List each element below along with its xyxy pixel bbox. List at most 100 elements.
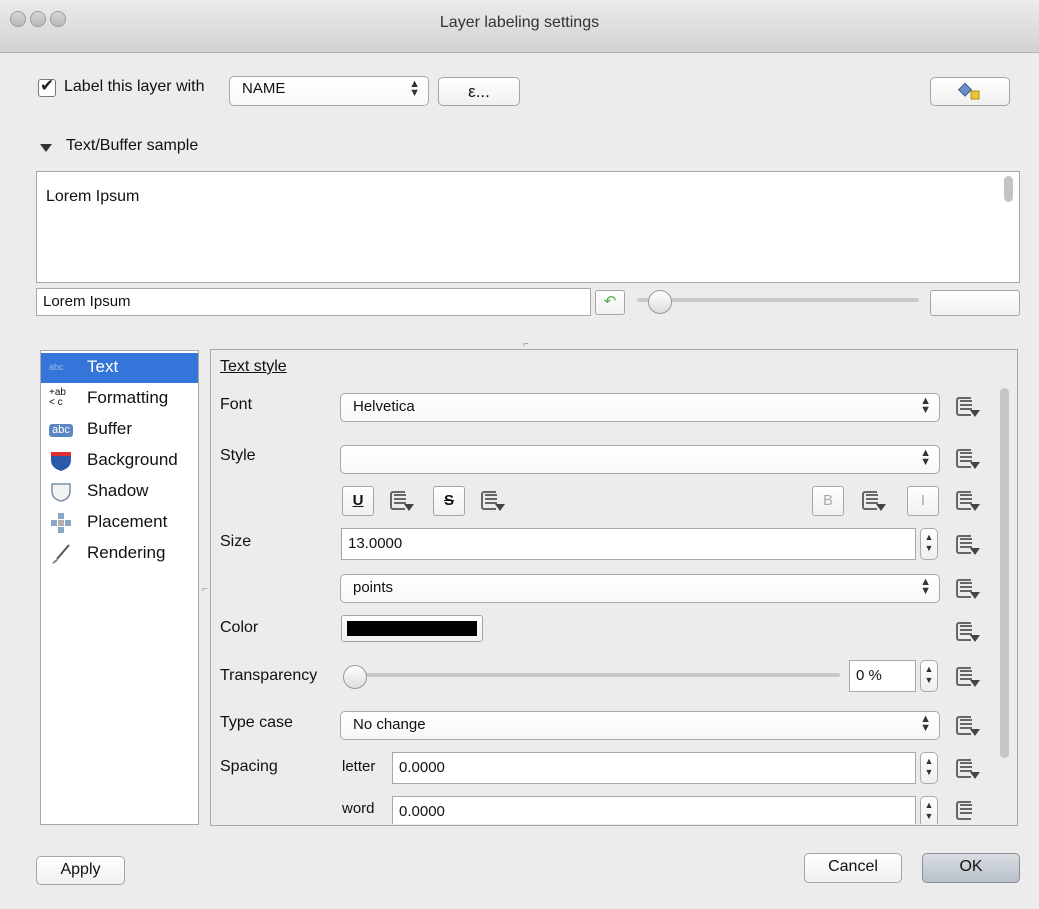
formatting-icon: +ab < c bbox=[49, 387, 66, 408]
word-spacing-clip: 0.0000 bbox=[392, 796, 916, 824]
sample-text-input[interactable]: Lorem Ipsum bbox=[36, 288, 591, 316]
transparency-stepper[interactable]: ▲ ▼ bbox=[920, 660, 938, 692]
sidebar-item-placement[interactable]: Placement bbox=[41, 508, 198, 538]
data-defined-override-icon[interactable] bbox=[950, 488, 980, 516]
labeling-rules-icon bbox=[957, 82, 980, 100]
data-defined-override-icon[interactable] bbox=[950, 798, 980, 824]
data-defined-override-icon[interactable] bbox=[856, 488, 886, 516]
sidebar-item-label: Formatting bbox=[87, 388, 169, 407]
font-value: Helvetica bbox=[353, 398, 415, 415]
transparency-slider-track[interactable] bbox=[346, 673, 840, 677]
word-spacing-value: 0.0000 bbox=[399, 803, 445, 820]
sidebar-item-label: Rendering bbox=[87, 543, 166, 562]
placement-icon bbox=[51, 513, 71, 533]
text-icon: abc bbox=[49, 362, 64, 372]
settings-sidebar: abc Text +ab < c Formatting abc Buffer Ba… bbox=[40, 350, 199, 825]
label-layer-text: Label this layer with bbox=[64, 78, 205, 95]
text-style-heading: Text style bbox=[220, 358, 287, 375]
label-layer-checkbox[interactable]: ✔ bbox=[38, 76, 56, 97]
data-defined-override-icon[interactable] bbox=[950, 619, 980, 647]
font-label: Font bbox=[220, 396, 253, 413]
data-defined-override-icon[interactable] bbox=[475, 488, 505, 516]
color-label: Color bbox=[220, 619, 259, 636]
sample-section-title: Text/Buffer sample bbox=[66, 137, 199, 154]
font-select[interactable]: Helvetica ▲ ▼ bbox=[340, 393, 940, 422]
style-label: Style bbox=[220, 447, 256, 464]
label-field-select[interactable]: NAME ▲ ▼ bbox=[229, 76, 429, 106]
data-defined-override-icon[interactable] bbox=[950, 664, 980, 692]
size-input[interactable]: 13.0000 bbox=[341, 528, 916, 560]
sidebar-item-label: Text bbox=[87, 357, 119, 376]
sample-background-color-button[interactable] bbox=[930, 290, 1020, 316]
sidebar-item-label: Background bbox=[87, 450, 178, 469]
undo-arrow-icon: ↶ bbox=[603, 293, 617, 310]
sidebar-item-rendering[interactable]: Rendering bbox=[41, 539, 198, 569]
cancel-button[interactable]: Cancel bbox=[804, 853, 902, 883]
reset-sample-button[interactable]: ↶ bbox=[595, 290, 625, 315]
style-select[interactable]: ▲ ▼ bbox=[340, 445, 940, 474]
size-label: Size bbox=[220, 533, 252, 550]
type-case-value: No change bbox=[353, 716, 426, 733]
word-spacing-dd-clip bbox=[950, 798, 980, 824]
sidebar-splitter-handle[interactable]: ⌐ bbox=[202, 584, 208, 595]
size-unit-select[interactable]: points ▲ ▼ bbox=[340, 574, 940, 603]
shadow-icon bbox=[51, 483, 71, 502]
size-unit-value: points bbox=[353, 579, 394, 596]
rule-based-labeling-button[interactable] bbox=[930, 77, 1010, 106]
expression-button[interactable]: ε... bbox=[438, 77, 520, 106]
ok-button[interactable]: OK bbox=[922, 853, 1020, 883]
letter-spacing-input[interactable]: 0.0000 bbox=[392, 752, 916, 784]
sidebar-item-text[interactable]: abc Text bbox=[41, 353, 198, 383]
sidebar-item-buffer[interactable]: abc Buffer bbox=[41, 415, 198, 445]
chevron-updown-icon: ▲ ▼ bbox=[920, 576, 931, 597]
panel-scrollbar[interactable] bbox=[1000, 388, 1009, 758]
preview-scrollbar[interactable] bbox=[1004, 176, 1013, 202]
sidebar-item-label: Buffer bbox=[87, 419, 133, 438]
sample-preview-area: Lorem Ipsum bbox=[36, 171, 1020, 283]
title-bar: Layer labeling settings bbox=[0, 0, 1039, 53]
transparency-input[interactable]: 0 % bbox=[849, 660, 916, 692]
size-stepper[interactable]: ▲ ▼ bbox=[920, 528, 938, 560]
data-defined-override-icon[interactable] bbox=[950, 394, 980, 422]
transparency-slider-handle[interactable] bbox=[343, 665, 367, 689]
collapse-triangle-icon[interactable] bbox=[40, 144, 52, 152]
word-spacing-stepper-clip: ▲ ▼ bbox=[920, 796, 938, 824]
data-defined-override-icon[interactable] bbox=[950, 756, 980, 784]
data-defined-override-icon[interactable] bbox=[384, 488, 414, 516]
chevron-updown-icon: ▲ ▼ bbox=[920, 447, 931, 468]
sample-zoom-slider-track[interactable] bbox=[637, 298, 919, 302]
type-case-label: Type case bbox=[220, 714, 293, 731]
letter-spacing-label: letter bbox=[342, 758, 376, 775]
transparency-label: Transparency bbox=[220, 667, 318, 684]
data-defined-override-icon[interactable] bbox=[950, 713, 980, 741]
data-defined-override-icon[interactable] bbox=[950, 532, 980, 560]
word-spacing-input[interactable]: 0.0000 bbox=[392, 796, 916, 824]
rendering-brush-icon bbox=[52, 544, 70, 564]
word-spacing-stepper[interactable]: ▲ ▼ bbox=[920, 796, 938, 824]
sample-text-value: Lorem Ipsum bbox=[43, 293, 131, 310]
sidebar-item-shadow[interactable]: Shadow bbox=[41, 477, 198, 507]
chevron-updown-icon: ▲ ▼ bbox=[920, 713, 931, 734]
type-case-select[interactable]: No change ▲ ▼ bbox=[340, 711, 940, 740]
word-spacing-label: word bbox=[342, 800, 375, 817]
letter-spacing-stepper[interactable]: ▲ ▼ bbox=[920, 752, 938, 784]
chevron-updown-icon: ▲ ▼ bbox=[409, 78, 420, 99]
bold-toggle[interactable]: B bbox=[812, 486, 844, 516]
chevron-updown-icon: ▲ ▼ bbox=[920, 395, 931, 416]
checkmark-icon: ✔ bbox=[40, 76, 55, 95]
color-button[interactable] bbox=[341, 615, 483, 642]
data-defined-override-icon[interactable] bbox=[950, 446, 980, 474]
sample-zoom-slider-handle[interactable] bbox=[648, 290, 672, 314]
buffer-icon: abc bbox=[49, 424, 73, 437]
sidebar-item-formatting[interactable]: +ab < c Formatting bbox=[41, 384, 198, 414]
spacing-label: Spacing bbox=[220, 758, 278, 775]
italic-toggle[interactable]: I bbox=[907, 486, 939, 516]
underline-toggle[interactable]: U bbox=[342, 486, 374, 516]
strikethrough-toggle[interactable]: S bbox=[433, 486, 465, 516]
data-defined-override-icon[interactable] bbox=[950, 576, 980, 604]
label-field-value: NAME bbox=[242, 80, 286, 97]
letter-spacing-value: 0.0000 bbox=[399, 759, 445, 776]
apply-button[interactable]: Apply bbox=[36, 856, 125, 885]
color-swatch bbox=[347, 621, 477, 636]
sidebar-item-background[interactable]: Background bbox=[41, 446, 198, 476]
